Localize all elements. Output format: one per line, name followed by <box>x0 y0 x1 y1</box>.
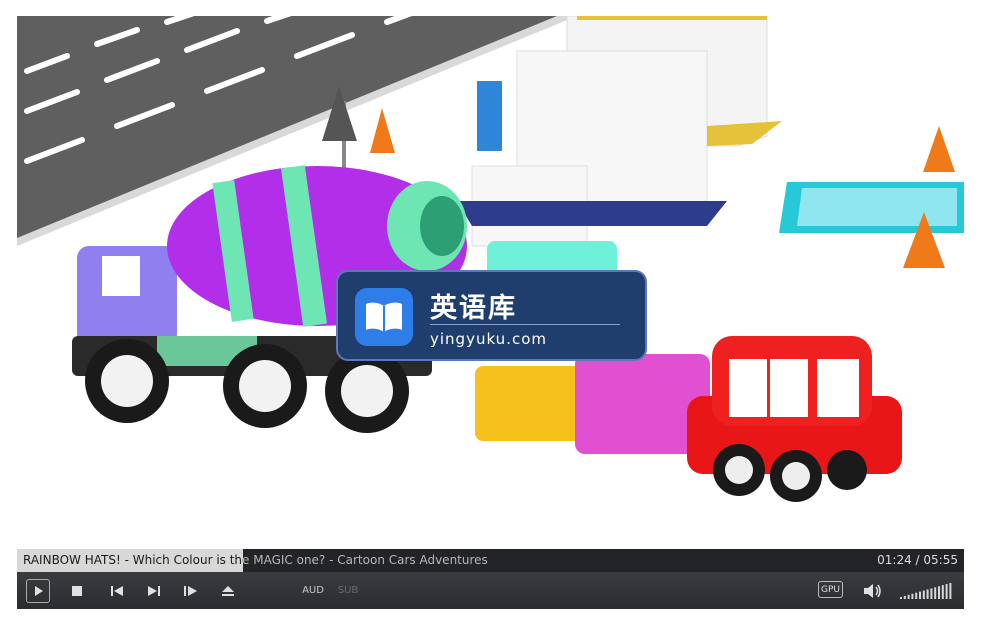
previous-icon <box>111 585 123 596</box>
volume-bar <box>930 588 933 599</box>
volume-bar <box>949 583 952 599</box>
speaker-icon <box>864 583 881 598</box>
frame-step-button[interactable] <box>180 572 202 609</box>
eject-button[interactable] <box>217 572 239 609</box>
gpu-button[interactable]: GPU <box>818 581 843 598</box>
watermark-divider <box>430 324 620 325</box>
volume-bar <box>941 585 944 599</box>
control-bar: AUD SUB GPU <box>17 572 964 609</box>
play-icon <box>35 586 43 596</box>
previous-button[interactable] <box>106 572 128 609</box>
seek-progress-fill: RAINBOW HATS! - Which Colour is the MAGI… <box>17 549 243 572</box>
volume-bar <box>934 587 937 599</box>
volume-bar <box>922 590 925 599</box>
volume-slider[interactable] <box>900 582 954 600</box>
watermark-overlay: 英语库 yingyuku.com <box>336 270 647 361</box>
stop-button[interactable] <box>67 572 87 609</box>
volume-bar <box>945 584 948 599</box>
time-display: 01:24 / 05:55 <box>877 553 958 567</box>
watermark-url: yingyuku.com <box>430 330 547 348</box>
stop-icon <box>72 585 82 596</box>
volume-bar <box>907 594 910 599</box>
volume-bar <box>919 591 921 599</box>
watermark-title: 英语库 <box>430 293 517 324</box>
play-button[interactable] <box>26 579 50 603</box>
subtitle-button[interactable]: SUB <box>337 572 359 609</box>
mute-button[interactable] <box>861 572 885 609</box>
video-title-highlight: RAINBOW HATS! - Which Colour is the MAGI… <box>23 553 243 567</box>
next-icon <box>148 585 160 596</box>
next-button[interactable] <box>143 572 165 609</box>
volume-bar <box>915 592 918 599</box>
frame-step-icon <box>184 585 197 596</box>
video-frame[interactable]: 英语库 yingyuku.com <box>17 16 964 549</box>
volume-bar <box>903 595 906 599</box>
volume-bar <box>938 586 940 599</box>
audio-track-button[interactable]: AUD <box>301 572 325 609</box>
volume-bar <box>926 589 929 599</box>
seek-bar[interactable]: RAINBOW HATS! - Which Colour is the MAGI… <box>17 549 964 572</box>
volume-bar <box>911 593 914 599</box>
volume-bar <box>900 597 902 599</box>
book-icon <box>355 288 413 346</box>
eject-icon <box>222 585 234 596</box>
